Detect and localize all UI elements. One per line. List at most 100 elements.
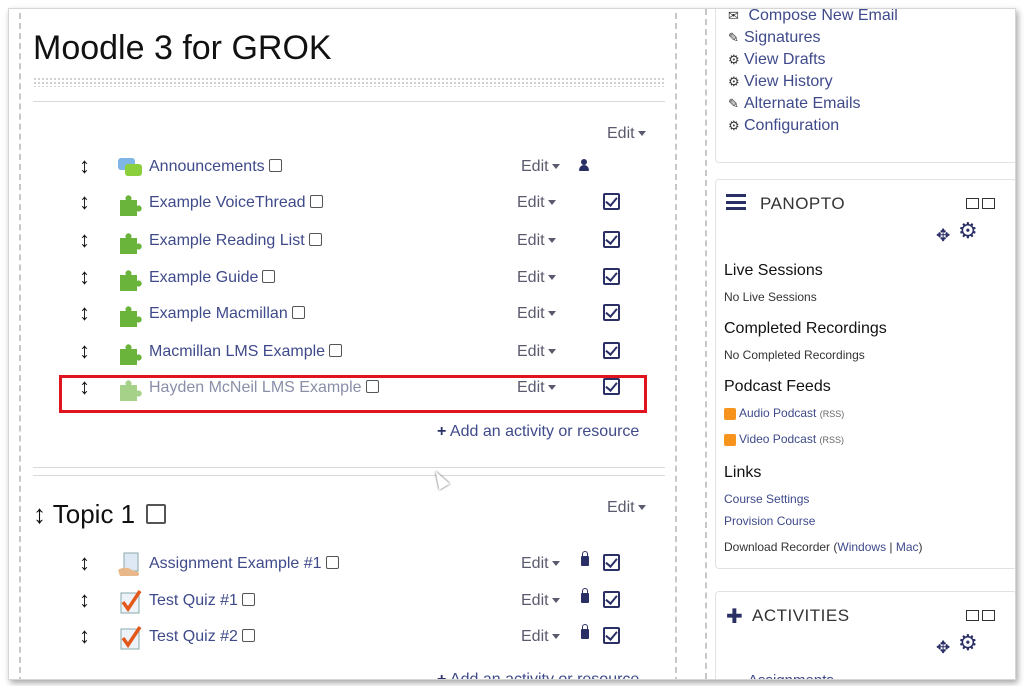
view-history-link[interactable]: ⚙ View History bbox=[728, 73, 898, 95]
puzzle-piece-icon bbox=[120, 306, 142, 327]
activity-link[interactable]: Assignment Example #1 bbox=[149, 555, 339, 573]
dock-icon[interactable] bbox=[982, 610, 995, 621]
divider bbox=[33, 467, 665, 468]
activity-edit-menu[interactable]: Edit bbox=[517, 232, 556, 250]
provision-course-link[interactable]: Provision Course bbox=[724, 514, 815, 528]
activity-link[interactable]: Test Quiz #1 bbox=[149, 592, 255, 610]
activity-row: ↕ Announcements Edit bbox=[61, 153, 651, 183]
configuration-link[interactable]: ⚙ Configuration bbox=[728, 117, 898, 139]
restricted-lock-icon[interactable] bbox=[581, 624, 589, 639]
page-title: Moodle 3 for GROK bbox=[33, 29, 332, 67]
activity-link[interactable]: Test Quiz #2 bbox=[149, 628, 255, 646]
completion-checkbox[interactable] bbox=[603, 231, 620, 248]
completion-checkbox[interactable] bbox=[603, 342, 620, 359]
alternate-emails-link[interactable]: ✎ Alternate Emails bbox=[728, 95, 898, 117]
user-icon[interactable] bbox=[579, 159, 589, 171]
move-icon[interactable]: ↕ bbox=[79, 227, 90, 253]
mac-link[interactable]: Mac bbox=[896, 540, 919, 554]
completion-checkbox[interactable] bbox=[603, 627, 620, 644]
quickmail-block: ✉ Compose New Email ✎ Signatures ⚙ View Dr… bbox=[715, 9, 1015, 163]
block-settings-gears-icon[interactable]: ⚙ bbox=[958, 630, 978, 656]
completion-checkbox[interactable] bbox=[603, 554, 620, 571]
add-activity-link[interactable]: + Add an activity or resource bbox=[437, 671, 639, 679]
completed-recordings-text: No Completed Recordings bbox=[724, 348, 865, 362]
activity-link[interactable]: Example Guide bbox=[149, 269, 276, 287]
activity-edit-menu[interactable]: Edit bbox=[517, 269, 556, 287]
move-icon[interactable]: ↕ bbox=[79, 153, 90, 179]
windows-link[interactable]: Windows bbox=[837, 540, 886, 554]
activity-edit-menu[interactable]: Edit bbox=[517, 343, 556, 361]
edit-title-icon[interactable] bbox=[325, 556, 339, 569]
highlight-box bbox=[59, 375, 647, 413]
rss-icon bbox=[724, 407, 736, 420]
section-edit-menu[interactable]: Edit bbox=[607, 125, 646, 143]
edit-title-icon[interactable] bbox=[309, 195, 323, 208]
edit-title-icon[interactable] bbox=[268, 159, 282, 172]
block-settings-gears-icon[interactable]: ⚙ bbox=[958, 218, 978, 244]
edit-title-icon[interactable] bbox=[262, 270, 276, 283]
activity-link[interactable]: Example VoiceThread bbox=[149, 194, 323, 212]
activity-edit-menu[interactable]: Edit bbox=[521, 555, 560, 573]
add-activity-link[interactable]: + Add an activity or resource bbox=[437, 423, 639, 441]
move-block-icon[interactable]: ✥ bbox=[936, 638, 950, 658]
activity-row: ↕ Assignment Example #1 Edit bbox=[61, 550, 651, 580]
sidebar: ✉ Compose New Email ✎ Signatures ⚙ View Dr… bbox=[705, 9, 1015, 679]
dock-icon[interactable] bbox=[982, 198, 995, 209]
activity-row: ↕ Example Reading List Edit bbox=[61, 227, 651, 257]
move-icon[interactable]: ↕ bbox=[79, 623, 90, 649]
move-icon[interactable]: ↕ bbox=[79, 300, 90, 326]
activity-row: ↕ Test Quiz #1 Edit bbox=[61, 587, 651, 617]
activity-row: ↕ Macmillan LMS Example Edit bbox=[61, 338, 651, 368]
completion-checkbox[interactable] bbox=[603, 591, 620, 608]
edit-title-icon[interactable] bbox=[241, 629, 255, 642]
edit-title-icon[interactable] bbox=[329, 344, 343, 357]
section-title: ↕ Topic 1 bbox=[33, 499, 167, 530]
activity-edit-menu[interactable]: Edit bbox=[517, 305, 556, 323]
collapse-icon[interactable] bbox=[966, 198, 979, 209]
menu-icon bbox=[726, 194, 746, 210]
move-block-icon[interactable]: ✥ bbox=[936, 226, 950, 246]
completion-checkbox[interactable] bbox=[603, 193, 620, 210]
move-icon[interactable]: ↕ bbox=[79, 550, 90, 576]
activity-link[interactable]: Macmillan LMS Example bbox=[149, 343, 343, 361]
move-icon[interactable]: ↕ bbox=[79, 189, 90, 215]
edit-title-icon[interactable] bbox=[308, 233, 322, 246]
activity-row: ↕ Example VoiceThread Edit bbox=[61, 189, 651, 219]
panopto-block: PANOPTO ✥ ⚙ Live Sessions No Live Sessio… bbox=[715, 179, 1015, 569]
move-icon[interactable]: ↕ bbox=[79, 587, 90, 613]
video-podcast-link[interactable]: Video Podcast (RSS) bbox=[724, 432, 844, 446]
completion-checkbox[interactable] bbox=[603, 268, 620, 285]
puzzle-piece-icon bbox=[120, 195, 142, 216]
compose-email-link[interactable]: ✉ Compose New Email bbox=[728, 9, 898, 29]
activity-row: ↕ Test Quiz #2 Edit bbox=[61, 623, 651, 653]
edit-title-icon[interactable] bbox=[241, 593, 255, 606]
signatures-link[interactable]: ✎ Signatures bbox=[728, 29, 898, 51]
assignments-link[interactable]: Assignments bbox=[748, 672, 834, 679]
activity-link[interactable]: Announcements bbox=[149, 158, 282, 176]
move-icon[interactable]: ↕ bbox=[79, 264, 90, 290]
activity-row: ↕ Example Macmillan Edit bbox=[61, 300, 651, 330]
activity-edit-menu[interactable]: Edit bbox=[521, 628, 560, 646]
edit-title-icon[interactable] bbox=[291, 306, 305, 319]
course-settings-link[interactable]: Course Settings bbox=[724, 492, 809, 506]
restricted-lock-icon[interactable] bbox=[581, 551, 589, 566]
restricted-lock-icon[interactable] bbox=[581, 588, 589, 603]
move-icon[interactable]: ↕ bbox=[79, 338, 90, 364]
assignment-icon bbox=[118, 552, 140, 576]
quiz-icon bbox=[120, 626, 142, 650]
activity-edit-menu[interactable]: Edit bbox=[521, 592, 560, 610]
activity-link[interactable]: Example Reading List bbox=[149, 232, 322, 250]
divider bbox=[33, 475, 665, 476]
completion-checkbox[interactable] bbox=[603, 304, 620, 321]
activity-edit-menu[interactable]: Edit bbox=[517, 194, 556, 212]
collapse-icon[interactable] bbox=[966, 610, 979, 621]
audio-podcast-link[interactable]: Audio Podcast (RSS) bbox=[724, 406, 844, 420]
view-drafts-link[interactable]: ⚙ View Drafts bbox=[728, 51, 898, 73]
divider bbox=[33, 101, 665, 102]
section-edit-menu[interactable]: Edit bbox=[607, 499, 646, 517]
edit-title-icon[interactable] bbox=[146, 504, 167, 524]
activity-link[interactable]: Example Macmillan bbox=[149, 305, 305, 323]
gears-icon: ⚙ bbox=[728, 118, 740, 133]
activity-edit-menu[interactable]: Edit bbox=[521, 158, 560, 176]
links-heading: Links bbox=[724, 464, 762, 481]
